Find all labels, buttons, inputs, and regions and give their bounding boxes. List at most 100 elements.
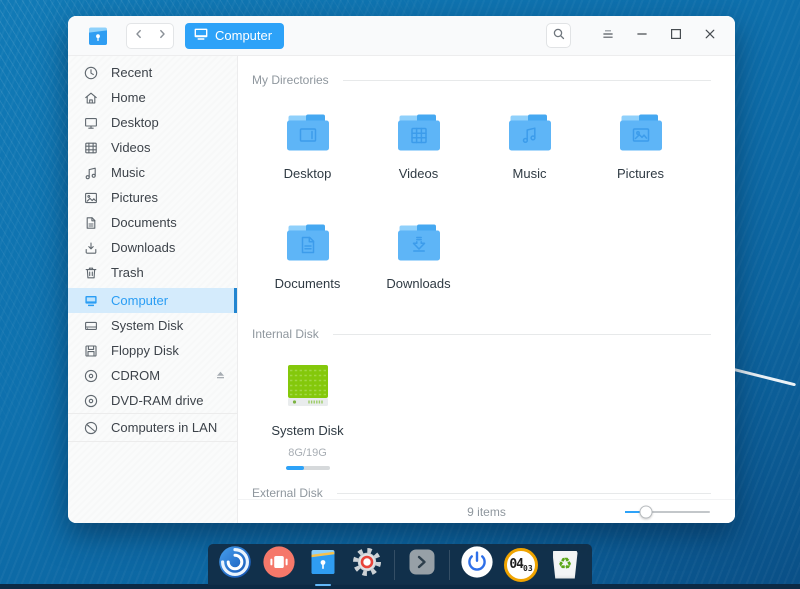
trash-bin-icon: ♻ — [553, 551, 578, 579]
eject-button[interactable] — [214, 369, 227, 382]
folder-pictures-icon — [618, 113, 664, 153]
dock-multitasking-button[interactable] — [262, 548, 296, 582]
folder-item-label: Videos — [399, 166, 439, 181]
titlebar-controls — [546, 23, 723, 49]
folder-item-downloads[interactable]: Downloads — [363, 211, 474, 291]
close-button[interactable] — [697, 23, 723, 49]
back-button[interactable] — [127, 24, 150, 48]
folder-videos-icon — [396, 113, 442, 153]
dock-launcher-button[interactable] — [218, 548, 252, 582]
trash-icon — [83, 265, 99, 281]
forward-chevron-icon — [156, 28, 168, 43]
slider-track[interactable] — [625, 511, 710, 513]
titlebar[interactable]: Computer — [68, 16, 735, 56]
folder-item-videos[interactable]: Videos — [363, 101, 474, 181]
image-icon — [83, 190, 99, 206]
sidebar-item-dvd-ram-drive[interactable]: DVD-RAM drive — [68, 388, 237, 413]
folder-item-label: Downloads — [386, 276, 450, 291]
file-manager-window: Computer — [68, 16, 735, 523]
music-note-icon — [83, 165, 99, 181]
maximize-icon — [668, 26, 684, 45]
sidebar-item-downloads[interactable]: Downloads — [68, 235, 237, 260]
search-button[interactable] — [546, 23, 571, 48]
folder-item-music[interactable]: Music — [474, 101, 585, 181]
section-divider — [343, 80, 711, 81]
sidebar-item-label: Trash — [111, 265, 144, 280]
folder-item-pictures[interactable]: Pictures — [585, 101, 696, 181]
home-icon — [83, 90, 99, 106]
sidebar-item-label: System Disk — [111, 318, 183, 333]
sidebar-item-cdrom[interactable]: CDROM — [68, 363, 237, 388]
dock-terminal-button[interactable] — [405, 548, 439, 582]
sidebar-item-videos[interactable]: Videos — [68, 135, 237, 160]
terminal-icon — [405, 545, 439, 584]
multitasking-view-icon — [262, 545, 296, 584]
download-icon — [83, 240, 99, 256]
sidebar-item-label: Floppy Disk — [111, 343, 179, 358]
sidebar-item-label: Home — [111, 90, 146, 105]
maximize-button[interactable] — [663, 23, 689, 49]
tab-computer[interactable]: Computer — [185, 23, 284, 49]
dock-shutdown-button[interactable] — [460, 548, 494, 582]
section-title: Internal Disk — [252, 327, 319, 341]
dock: 04 03 ♻ — [208, 544, 592, 585]
sidebar-item-label: Documents — [111, 215, 177, 230]
section-title: External Disk — [252, 486, 323, 499]
floppy-icon — [83, 343, 99, 359]
navigation-buttons — [126, 23, 174, 49]
sidebar-item-documents[interactable]: Documents — [68, 210, 237, 235]
computer-icon — [83, 293, 99, 309]
section-title: My Directories — [252, 73, 329, 87]
sidebar-item-system-disk[interactable]: System Disk — [68, 313, 237, 338]
section-divider — [333, 334, 711, 335]
deepin-launcher-icon — [218, 545, 252, 584]
dock-clock-button[interactable]: 04 03 — [504, 548, 538, 582]
disk-usage-bar — [286, 466, 330, 470]
sidebar-item-home[interactable]: Home — [68, 85, 237, 110]
sidebar-item-desktop[interactable]: Desktop — [68, 110, 237, 135]
sidebar-item-pictures[interactable]: Pictures — [68, 185, 237, 210]
forward-button[interactable] — [150, 24, 173, 48]
computer-view[interactable]: My Directories Desktop Videos — [238, 56, 735, 499]
sidebar-item-trash[interactable]: Trash — [68, 260, 237, 285]
dock-trash-button[interactable]: ♻ — [548, 548, 582, 582]
disc-icon — [83, 368, 99, 384]
menu-button[interactable] — [595, 23, 621, 49]
icon-size-slider[interactable] — [625, 504, 710, 520]
content-area: My Directories Desktop Videos — [238, 56, 735, 523]
sidebar-item-recent[interactable]: Recent — [68, 60, 237, 85]
dock-control-center-button[interactable] — [350, 548, 384, 582]
folder-documents-icon — [285, 223, 331, 263]
file-manager-icon — [306, 545, 340, 584]
folder-desktop-icon — [285, 113, 331, 153]
sidebar-item-music[interactable]: Music — [68, 160, 237, 185]
recycle-glyph: ♻ — [558, 557, 572, 573]
folder-item-label: Documents — [275, 276, 341, 291]
clock-hours: 04 — [509, 557, 523, 572]
control-center-gear-icon — [350, 545, 384, 584]
active-app-indicator — [315, 584, 331, 586]
directories-grid: Desktop Videos Music — [252, 101, 711, 291]
sidebar-item-label: Computer — [111, 293, 168, 308]
sidebar-item-computer[interactable]: Computer — [68, 288, 237, 313]
sidebar-item-floppy-disk[interactable]: Floppy Disk — [68, 338, 237, 363]
document-icon — [83, 215, 99, 231]
sidebar-item-label: Recent — [111, 65, 152, 80]
slider-thumb[interactable] — [640, 505, 653, 518]
section-external-disk: External Disk — [252, 486, 711, 499]
folder-item-desktop[interactable]: Desktop — [252, 101, 363, 181]
tab-label: Computer — [215, 28, 272, 43]
film-icon — [83, 140, 99, 156]
sidebar-item-computers-in-lan[interactable]: Computers in LAN — [68, 414, 237, 441]
folder-music-icon — [507, 113, 553, 153]
sidebar-item-label: Desktop — [111, 115, 159, 130]
sidebar: Recent Home Desktop Videos Music Picture… — [68, 56, 238, 523]
folder-item-documents[interactable]: Documents — [252, 211, 363, 291]
menu-icon — [600, 26, 616, 45]
disk-item-system-disk[interactable]: System Disk 8G/19G — [252, 341, 363, 470]
sidebar-item-label: DVD-RAM drive — [111, 393, 203, 408]
dock-file-manager-button[interactable] — [306, 548, 340, 582]
sidebar-item-label: Music — [111, 165, 145, 180]
minimize-button[interactable] — [629, 23, 655, 49]
back-chevron-icon — [133, 28, 145, 43]
